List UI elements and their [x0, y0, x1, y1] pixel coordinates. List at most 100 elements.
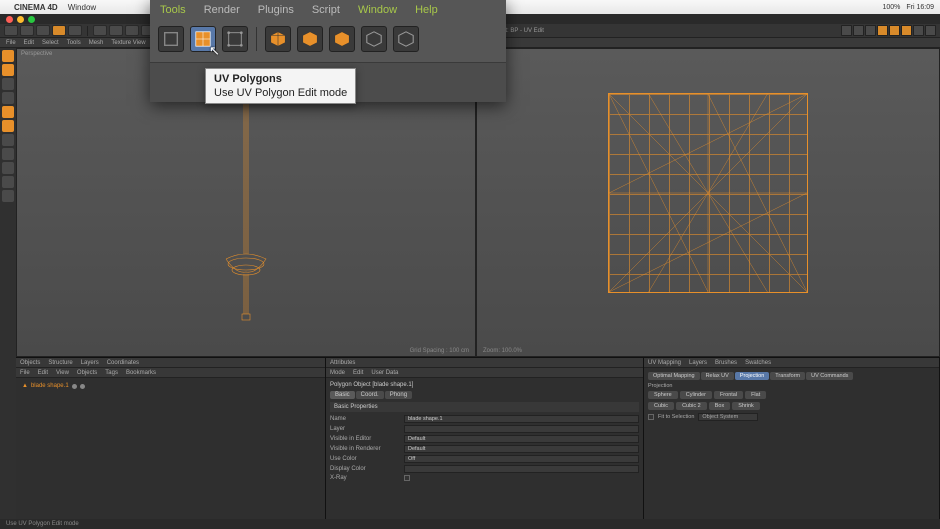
- tab-basic[interactable]: Basic: [330, 391, 355, 399]
- menu-item[interactable]: Edit: [353, 370, 363, 376]
- menu-item[interactable]: Tags: [105, 370, 118, 376]
- tool-button[interactable]: [125, 25, 139, 36]
- minimize-icon[interactable]: [17, 16, 24, 23]
- proj-cubic-button[interactable]: Cubic: [648, 402, 674, 410]
- vis-editor-field[interactable]: Default: [404, 435, 639, 443]
- tool-button[interactable]: [109, 25, 123, 36]
- object-row[interactable]: ▲ blade shape.1: [20, 382, 321, 390]
- cube-icon[interactable]: [297, 26, 323, 52]
- proj-frontal-button[interactable]: Frontal: [714, 391, 743, 399]
- mode-button[interactable]: [2, 78, 14, 90]
- mode-button[interactable]: [2, 176, 14, 188]
- tool-button[interactable]: [4, 25, 18, 36]
- mode-button[interactable]: [2, 162, 14, 174]
- tab-uvmapping[interactable]: UV Mapping: [648, 360, 681, 366]
- visibility-dot-icon[interactable]: [80, 384, 85, 389]
- mode-button[interactable]: [2, 148, 14, 160]
- menu-item[interactable]: View: [56, 370, 69, 376]
- tool-button[interactable]: [36, 25, 50, 36]
- tab-layers[interactable]: Layers: [689, 360, 707, 366]
- proj-cylinder-button[interactable]: Cylinder: [680, 391, 712, 399]
- tool-button[interactable]: [901, 25, 912, 36]
- tool-button[interactable]: [20, 25, 34, 36]
- mode-button[interactable]: [2, 106, 14, 118]
- tool-button[interactable]: [877, 25, 888, 36]
- tab-relax[interactable]: Relax UV: [701, 372, 734, 380]
- proj-flat-button[interactable]: Flat: [745, 391, 766, 399]
- maximize-icon[interactable]: [28, 16, 35, 23]
- tool-button[interactable]: [913, 25, 924, 36]
- menu-item[interactable]: Edit: [38, 370, 48, 376]
- uv-polygons-icon[interactable]: [190, 26, 216, 52]
- mode-button[interactable]: [2, 120, 14, 132]
- tab-swatches[interactable]: Swatches: [745, 360, 771, 366]
- uv-points-icon[interactable]: [222, 26, 248, 52]
- tool-button[interactable]: [52, 25, 66, 36]
- tab-coordinates[interactable]: Coordinates: [107, 360, 139, 366]
- cube-icon[interactable]: [329, 26, 355, 52]
- menu-item[interactable]: Objects: [77, 370, 97, 376]
- tab-objects[interactable]: Objects: [20, 360, 40, 366]
- objects-tree[interactable]: ▲ blade shape.1: [16, 378, 325, 529]
- menu-help[interactable]: Help: [415, 4, 438, 16]
- vis-render-field[interactable]: Default: [404, 445, 639, 453]
- tool-button[interactable]: [925, 25, 936, 36]
- tool-button[interactable]: [865, 25, 876, 36]
- menu-window[interactable]: Window: [358, 4, 397, 16]
- name-field[interactable]: blade shape.1: [404, 415, 639, 423]
- tab-projection[interactable]: Projection: [735, 372, 769, 380]
- menu-item[interactable]: File: [20, 370, 30, 376]
- layer-field[interactable]: [404, 425, 639, 433]
- menu-plugins[interactable]: Plugins: [258, 4, 294, 16]
- menu-render[interactable]: Render: [204, 4, 240, 16]
- menu-item[interactable]: User Data: [371, 370, 398, 376]
- proj-cubic2-button[interactable]: Cubic 2: [676, 402, 707, 410]
- live-select-icon[interactable]: [158, 26, 184, 52]
- menu-item[interactable]: Mode: [330, 370, 345, 376]
- menu-item[interactable]: Edit: [24, 40, 34, 46]
- fit-checkbox[interactable]: [648, 414, 654, 420]
- menu-tools[interactable]: Tools: [160, 4, 186, 16]
- tool-button[interactable]: [841, 25, 852, 36]
- cube-outline-icon[interactable]: [361, 26, 387, 52]
- menu-item[interactable]: Bookmarks: [126, 370, 156, 376]
- tab-layers[interactable]: Layers: [81, 360, 99, 366]
- menu-item[interactable]: Tools: [67, 40, 81, 46]
- close-icon[interactable]: [6, 16, 13, 23]
- uv-viewport[interactable]: Zoom: 100.0%: [476, 48, 940, 357]
- proj-shrink-button[interactable]: Shrink: [732, 402, 760, 410]
- mode-button[interactable]: [2, 134, 14, 146]
- menu-script[interactable]: Script: [312, 4, 340, 16]
- fit-dropdown[interactable]: Object System: [698, 413, 758, 421]
- mode-button[interactable]: [2, 50, 14, 62]
- tab-uvcommands[interactable]: UV Commands: [806, 372, 853, 380]
- tool-button[interactable]: [889, 25, 900, 36]
- proj-sphere-button[interactable]: Sphere: [648, 391, 678, 399]
- tab-optimal[interactable]: Optimal Mapping: [648, 372, 700, 380]
- tab-brushes[interactable]: Brushes: [715, 360, 737, 366]
- visibility-dot-icon[interactable]: [72, 384, 77, 389]
- tab-attributes[interactable]: Attributes: [330, 360, 355, 366]
- menu-item[interactable]: Mesh: [89, 40, 104, 46]
- usecolor-field[interactable]: Off: [404, 455, 639, 463]
- proj-box-button[interactable]: Box: [709, 402, 730, 410]
- mode-button[interactable]: [2, 64, 14, 76]
- dispcolor-field[interactable]: [404, 465, 639, 473]
- xray-checkbox[interactable]: [404, 475, 410, 481]
- tab-phong[interactable]: Phong: [385, 391, 412, 399]
- menu-item[interactable]: File: [6, 40, 16, 46]
- mode-button[interactable]: [2, 190, 14, 202]
- tab-coord[interactable]: Coord.: [356, 391, 384, 399]
- tool-button[interactable]: [68, 25, 82, 36]
- mac-menu-item[interactable]: Window: [68, 3, 96, 12]
- tool-button[interactable]: [853, 25, 864, 36]
- cube-icon[interactable]: [265, 26, 291, 52]
- tab-transform[interactable]: Transform: [770, 372, 805, 380]
- tool-button[interactable]: [93, 25, 107, 36]
- tab-structure[interactable]: Structure: [48, 360, 72, 366]
- menu-item[interactable]: Texture View: [111, 40, 145, 46]
- menu-item[interactable]: Select: [42, 40, 59, 46]
- object-name[interactable]: blade shape.1: [31, 383, 69, 389]
- mode-button[interactable]: [2, 92, 14, 104]
- cube-outline-icon[interactable]: [393, 26, 419, 52]
